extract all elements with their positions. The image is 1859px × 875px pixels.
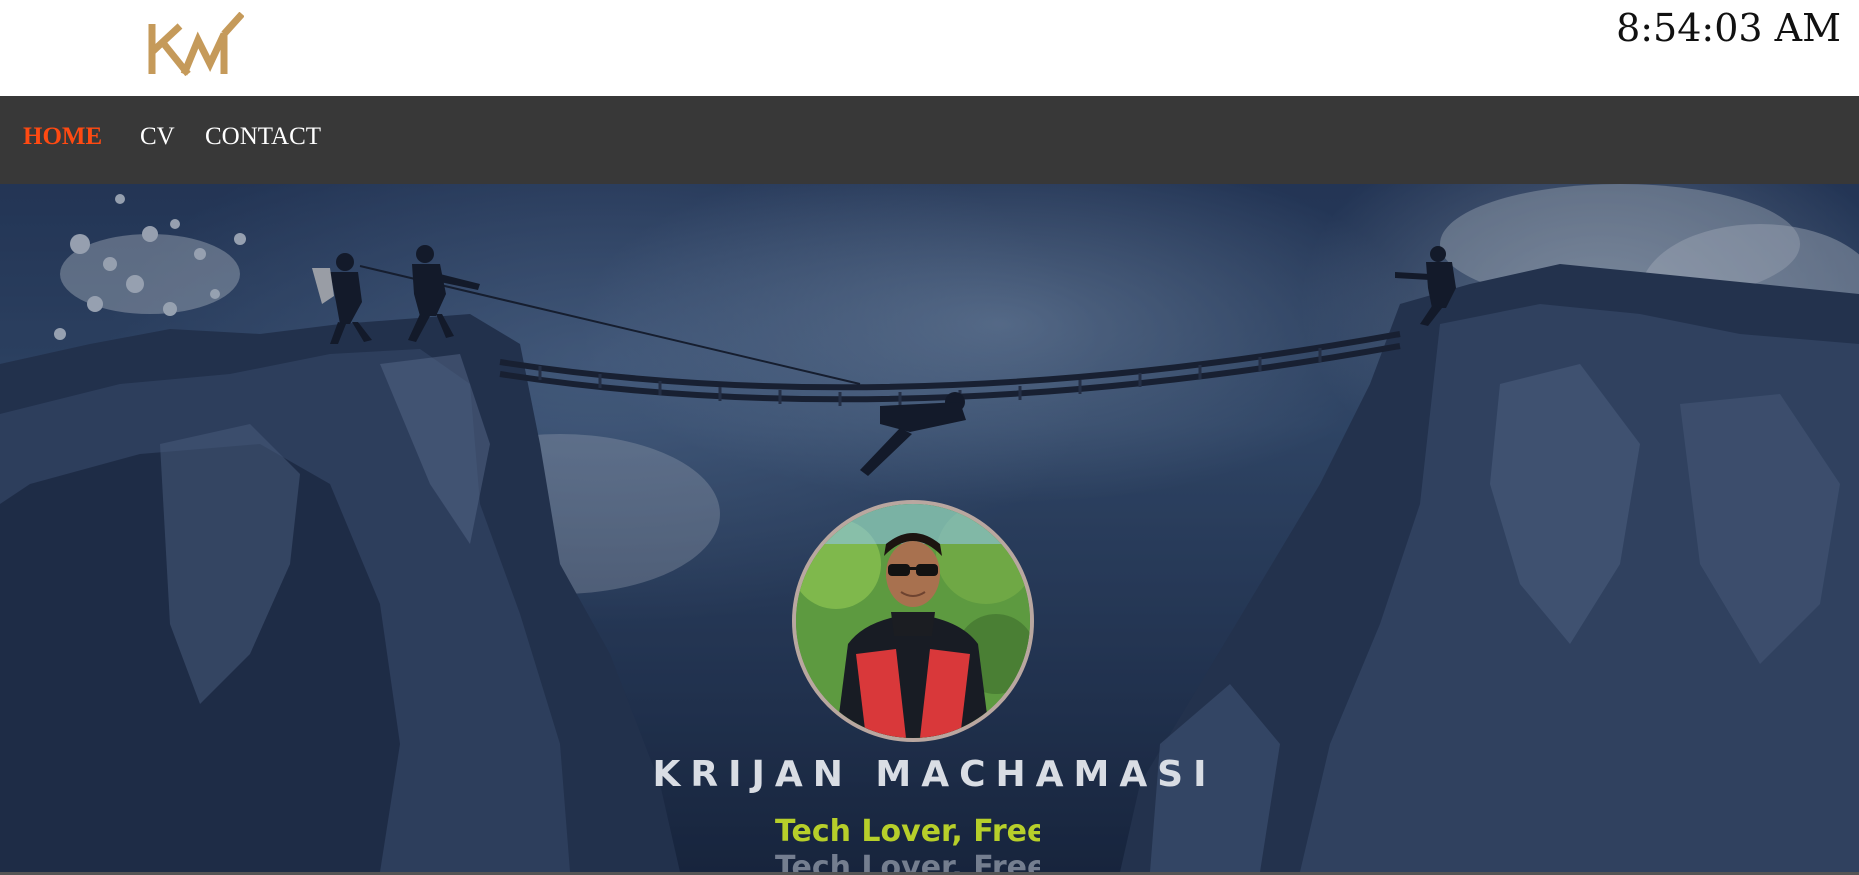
hero-banner: KRIJAN MACHAMASI Tech Lover, Free Tech L…: [0, 184, 1859, 872]
nav-contact-link[interactable]: CONTACT: [205, 123, 321, 151]
hero-name: KRIJAN MACHAMASI: [652, 754, 1217, 795]
typing-tagline: Tech Lover, Free Tech Lover, Free: [775, 814, 1040, 872]
site-header: 8:54:03 AM: [0, 0, 1859, 96]
nav-cv-link[interactable]: CV: [140, 123, 175, 151]
clock-display: 8:54:03 AM: [1616, 6, 1841, 50]
main-navigation: HOME CV CONTACT: [0, 96, 1859, 184]
profile-photo: [792, 500, 1034, 742]
km-logo[interactable]: [144, 12, 244, 78]
person-portrait-image: [796, 504, 1030, 738]
tagline-text: Tech Lover, Free: [775, 814, 1040, 849]
tagline-reflection: Tech Lover, Free: [775, 850, 1040, 872]
nav-home-link[interactable]: HOME: [23, 123, 102, 151]
